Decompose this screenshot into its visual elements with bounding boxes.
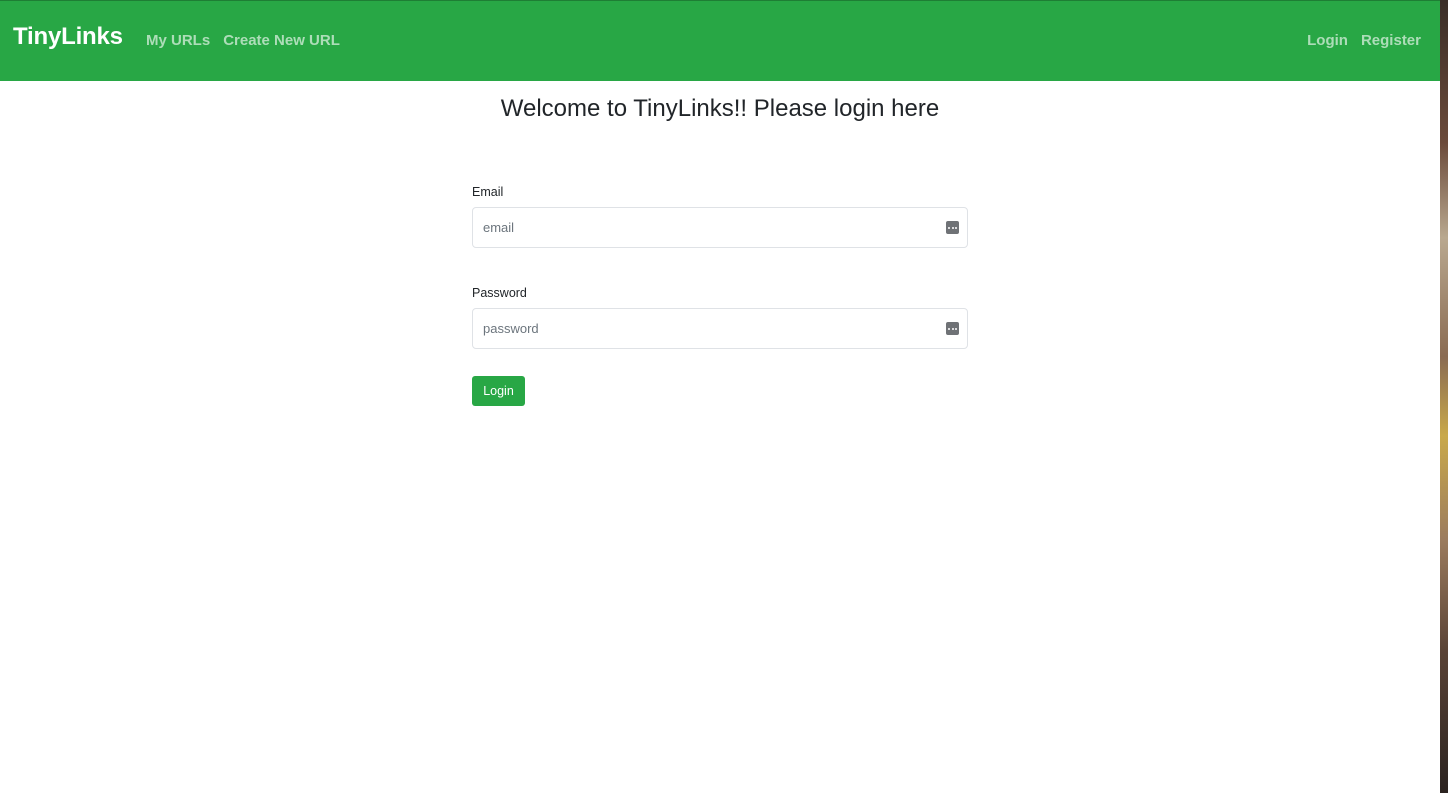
page-title: Welcome to TinyLinks!! Please login here bbox=[500, 95, 940, 122]
email-label: Email bbox=[472, 185, 504, 199]
login-form: Email Password Login bbox=[472, 184, 968, 406]
browser-viewport: TinyLinks My URLs Create New URL Login R… bbox=[0, 0, 1448, 793]
nav-link-create-new-url[interactable]: Create New URL bbox=[223, 32, 340, 49]
nav-link-login[interactable]: Login bbox=[1307, 32, 1348, 49]
password-input-wrapper bbox=[472, 308, 968, 349]
password-label: Password bbox=[472, 286, 527, 300]
password-input[interactable] bbox=[472, 308, 968, 349]
nav-link-register[interactable]: Register bbox=[1361, 32, 1421, 49]
background-window-edge bbox=[1440, 0, 1448, 793]
email-input[interactable] bbox=[472, 207, 968, 248]
page: TinyLinks My URLs Create New URL Login R… bbox=[0, 0, 1440, 793]
nav-left-group: My URLs Create New URL bbox=[146, 32, 340, 49]
brand-logo-link[interactable]: TinyLinks bbox=[13, 23, 123, 51]
login-button[interactable]: Login bbox=[472, 376, 525, 406]
password-group: Password bbox=[472, 285, 968, 349]
password-manager-icon[interactable] bbox=[946, 322, 959, 335]
top-navbar: TinyLinks My URLs Create New URL Login R… bbox=[0, 0, 1440, 81]
password-manager-icon[interactable] bbox=[946, 221, 959, 234]
nav-link-my-urls[interactable]: My URLs bbox=[146, 32, 210, 49]
email-input-wrapper bbox=[472, 207, 968, 248]
nav-right-group: Login Register bbox=[1307, 32, 1421, 49]
email-group: Email bbox=[472, 184, 968, 248]
